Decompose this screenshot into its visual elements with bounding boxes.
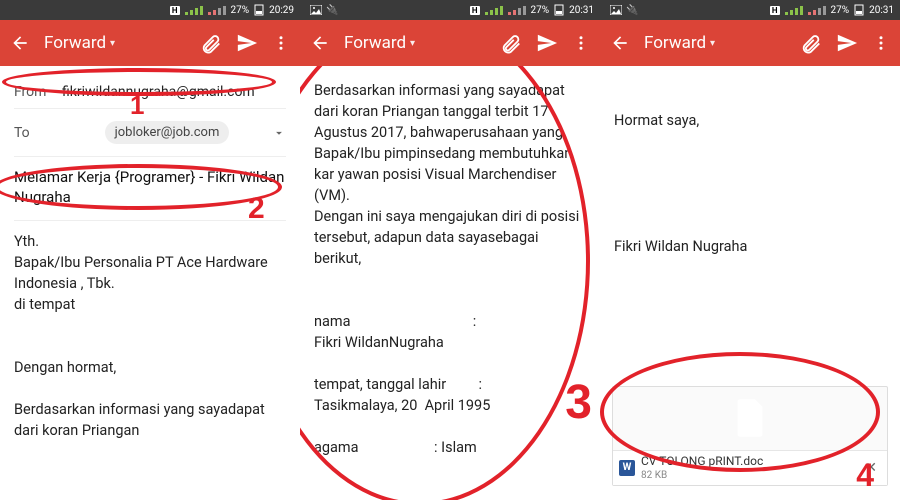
subject-field[interactable]: Melamar Kerja {Programer} - Fikri Wildan… — [14, 157, 286, 221]
more-icon[interactable] — [872, 32, 890, 54]
attachment-name: CV TOLONG pRINT.doc — [641, 454, 763, 468]
plug-icon: 🔌 — [626, 5, 638, 16]
signal-icon — [185, 6, 203, 15]
picture-icon — [310, 5, 322, 16]
battery-text: 27% — [831, 5, 850, 16]
dropdown-icon: ▾ — [410, 38, 415, 49]
attach-icon[interactable] — [500, 32, 522, 54]
status-bar: 🔌 H 27% 20:31 — [300, 0, 600, 20]
back-icon[interactable] — [610, 33, 630, 53]
app-bar: Forward ▾ — [0, 20, 300, 66]
battery-icon — [554, 4, 564, 16]
from-label: From — [14, 84, 62, 100]
plug-icon: 🔌 — [326, 5, 338, 16]
screen-title[interactable]: Forward ▾ — [644, 33, 715, 53]
doc-type-badge: W — [619, 460, 635, 476]
picture-icon — [610, 5, 622, 16]
email-body[interactable]: Hormat saya, Fikri Wildan Nugraha — [614, 80, 886, 257]
back-icon[interactable] — [10, 33, 30, 53]
expand-recipients-icon[interactable] — [272, 126, 286, 140]
dropdown-icon: ▾ — [710, 38, 715, 49]
battery-icon — [254, 4, 264, 16]
clock-text: 20:31 — [869, 5, 894, 16]
send-icon[interactable] — [236, 32, 258, 54]
dropdown-icon: ▾ — [110, 38, 115, 49]
network-badge: H — [770, 6, 780, 15]
status-bar: 🔌 H 27% 20:31 — [600, 0, 900, 20]
annotation-number-3: 3 — [565, 375, 592, 430]
battery-icon — [854, 4, 864, 16]
send-icon[interactable] — [536, 32, 558, 54]
network-badge: H — [470, 6, 480, 15]
more-icon[interactable] — [572, 32, 590, 54]
title-label: Forward — [644, 33, 706, 53]
attach-icon[interactable] — [200, 32, 222, 54]
signal-icon — [485, 6, 503, 15]
recipient-chip[interactable]: jobloker@job.com — [105, 121, 230, 144]
signal-icon-2 — [508, 6, 526, 15]
file-thumb-icon — [613, 387, 887, 450]
attachment-size: 82 KB — [641, 470, 667, 481]
send-icon[interactable] — [836, 32, 858, 54]
attachment-card[interactable]: W CV TOLONG pRINT.doc 82 KB ✕ — [612, 386, 888, 486]
from-value: fikriwildannugraha@gmail.com — [62, 84, 286, 100]
screen-title[interactable]: Forward ▾ — [44, 33, 115, 53]
annotation-number-1: 1 — [130, 90, 144, 121]
app-bar: Forward ▾ — [300, 20, 600, 66]
title-label: Forward — [44, 33, 106, 53]
back-icon[interactable] — [310, 33, 330, 53]
status-bar: H 27% 20:29 — [0, 0, 300, 20]
email-body[interactable]: Yth. Bapak/Ibu Personalia PT Ace Hardwar… — [14, 221, 286, 441]
clock-text: 20:31 — [569, 5, 594, 16]
battery-text: 27% — [231, 5, 250, 16]
from-row[interactable]: From fikriwildannugraha@gmail.com — [14, 76, 286, 109]
annotation-number-4: 4 — [856, 457, 874, 494]
annotation-number-2: 2 — [248, 192, 265, 226]
signal-icon-2 — [208, 6, 226, 15]
screen-title[interactable]: Forward ▾ — [344, 33, 415, 53]
to-row[interactable]: To jobloker@job.com — [14, 109, 286, 157]
title-label: Forward — [344, 33, 406, 53]
clock-text: 20:29 — [269, 5, 294, 16]
app-bar: Forward ▾ — [600, 20, 900, 66]
to-value: jobloker@job.com — [62, 121, 272, 144]
attach-icon[interactable] — [800, 32, 822, 54]
network-badge: H — [170, 6, 180, 15]
battery-text: 27% — [531, 5, 550, 16]
more-icon[interactable] — [272, 32, 290, 54]
to-label: To — [14, 125, 62, 141]
email-body[interactable]: Berdasarkan informasi yang sayadapat dar… — [314, 80, 586, 458]
signal-icon — [785, 6, 803, 15]
signal-icon-2 — [808, 6, 826, 15]
